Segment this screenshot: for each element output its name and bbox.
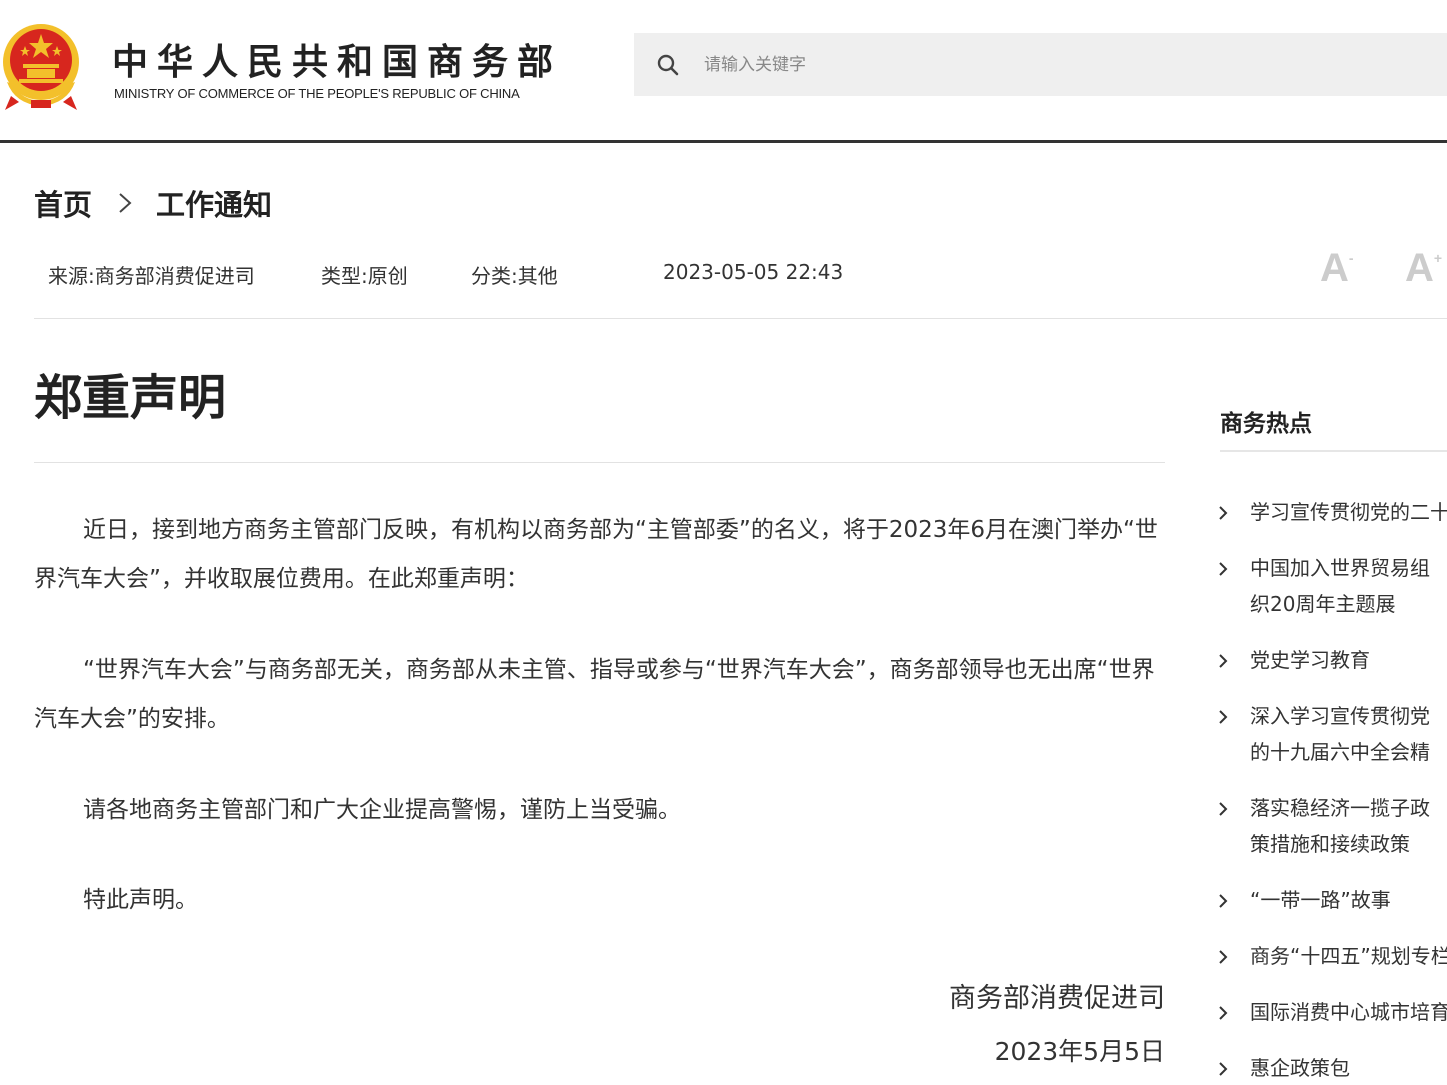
meta-divider	[34, 318, 1447, 319]
minus-icon: -	[1348, 249, 1354, 266]
sidebar-item-5[interactable]: 落实稳经济一揽子政策措施和接续政策	[1214, 790, 1447, 866]
article-paragraph-3: 请各地商务主管部门和广大企业提高警惕，谨防上当受骗。	[34, 786, 1165, 835]
meta-datetime: 2023-05-05 22:43	[663, 260, 844, 284]
article-divider	[34, 462, 1165, 463]
plus-icon: +	[1433, 249, 1443, 266]
article-paragraph-2: “世界汽车大会”与商务部无关，商务部从未主管、指导或参与“世界汽车大会”，商务部…	[34, 646, 1165, 744]
font-increase-glyph: A	[1405, 246, 1434, 290]
article-date: 2023年5月5日	[994, 1037, 1165, 1066]
meta-type-label: 类型:	[321, 264, 368, 288]
sidebar-item-3[interactable]: 党史学习教育	[1214, 642, 1447, 682]
paragraph-text: 特此声明。	[83, 887, 198, 913]
sidebar-title: 商务热点	[1220, 411, 1312, 437]
sidebar-item-label: 中国加入世界贸易组织20周年主题展	[1250, 556, 1430, 616]
sidebar-item-label: 深入学习宣传贯彻党的十九届六中全会精神	[1250, 704, 1430, 764]
chevron-right-icon	[1219, 654, 1228, 668]
site-title[interactable]: 中华人民共和国商务部	[112, 33, 562, 85]
sidebar-item-4[interactable]: 深入学习宣传贯彻党的十九届六中全会精神	[1214, 698, 1447, 774]
chevron-right-icon	[1219, 562, 1228, 576]
sidebar-item-6[interactable]: “一带一路”故事	[1214, 882, 1447, 922]
national-emblem-logo[interactable]	[1, 22, 81, 110]
chevron-right-icon	[1219, 894, 1228, 908]
search-box[interactable]	[634, 33, 1447, 96]
sidebar-divider	[1220, 450, 1447, 452]
sidebar-item-label: 国际消费中心城市培育建设	[1250, 1000, 1447, 1024]
paragraph-text: “世界汽车大会”与商务部无关，商务部从未主管、指导或参与“世界汽车大会”，商务部…	[34, 657, 1155, 732]
paragraph-text: 请各地商务主管部门和广大企业提高警惕，谨防上当受骗。	[83, 797, 681, 823]
chevron-right-icon	[1219, 710, 1228, 724]
paragraph-text: 近日，接到地方商务主管部门反映，有机构以商务部为“主管部委”的名义，将于2023…	[34, 517, 1158, 592]
sidebar-item-label: 落实稳经济一揽子政策措施和接续政策	[1250, 796, 1430, 856]
font-decrease-glyph: A	[1320, 246, 1349, 290]
article-paragraph-1: 近日，接到地方商务主管部门反映，有机构以商务部为“主管部委”的名义，将于2023…	[34, 506, 1165, 604]
chevron-right-icon	[1219, 1062, 1228, 1076]
meta-source-value: 商务部消费促进司	[94, 264, 255, 288]
meta-type-value: 原创	[367, 264, 408, 288]
meta-source: 来源:商务部消费促进司	[48, 260, 255, 289]
sidebar-item-7[interactable]: 商务“十四五”规划专栏	[1214, 938, 1447, 978]
sidebar-item-2[interactable]: 中国加入世界贸易组织20周年主题展	[1214, 550, 1447, 626]
chevron-right-icon	[1219, 802, 1228, 816]
article-signature: 商务部消费促进司	[949, 983, 1165, 1014]
search-input[interactable]	[702, 53, 1406, 76]
font-decrease-button[interactable]: A-	[1320, 248, 1354, 288]
article-title: 郑重声明	[34, 370, 227, 426]
meta-category-value: 其他	[517, 264, 558, 288]
sidebar-item-label: “一带一路”故事	[1250, 888, 1391, 912]
chevron-right-icon	[1219, 1006, 1228, 1020]
search-icon[interactable]	[656, 53, 680, 77]
site-header: 中华人民共和国商务部 MINISTRY OF COMMERCE OF THE P…	[0, 0, 1447, 143]
sidebar-item-1[interactable]: 学习宣传贯彻党的二十大精神	[1214, 494, 1447, 534]
meta-category: 分类:其他	[471, 260, 558, 289]
meta-source-label: 来源:	[48, 264, 95, 288]
sidebar-item-8[interactable]: 国际消费中心城市培育建设	[1214, 994, 1447, 1034]
chevron-right-icon	[119, 193, 132, 213]
font-increase-button[interactable]: A+	[1405, 248, 1442, 288]
article-paragraph-4: 特此声明。	[34, 876, 1165, 925]
breadcrumb-home-link[interactable]: 首页	[34, 182, 92, 224]
sidebar-item-label: 惠企政策包	[1250, 1056, 1350, 1080]
breadcrumb-current[interactable]: 工作通知	[156, 182, 272, 224]
sidebar-item-label: 商务“十四五”规划专栏	[1250, 944, 1447, 968]
meta-category-label: 分类:	[471, 264, 518, 288]
chevron-right-icon	[1219, 950, 1228, 964]
site-subtitle: MINISTRY OF COMMERCE OF THE PEOPLE'S REP…	[114, 86, 520, 101]
breadcrumb: 首页 工作通知	[34, 182, 272, 224]
sidebar-item-9[interactable]: 惠企政策包	[1214, 1050, 1447, 1085]
sidebar-item-label: 学习宣传贯彻党的二十大精神	[1250, 500, 1447, 524]
sidebar-item-label: 党史学习教育	[1250, 648, 1370, 672]
meta-type: 类型:原创	[321, 260, 408, 289]
chevron-right-icon	[1219, 506, 1228, 520]
